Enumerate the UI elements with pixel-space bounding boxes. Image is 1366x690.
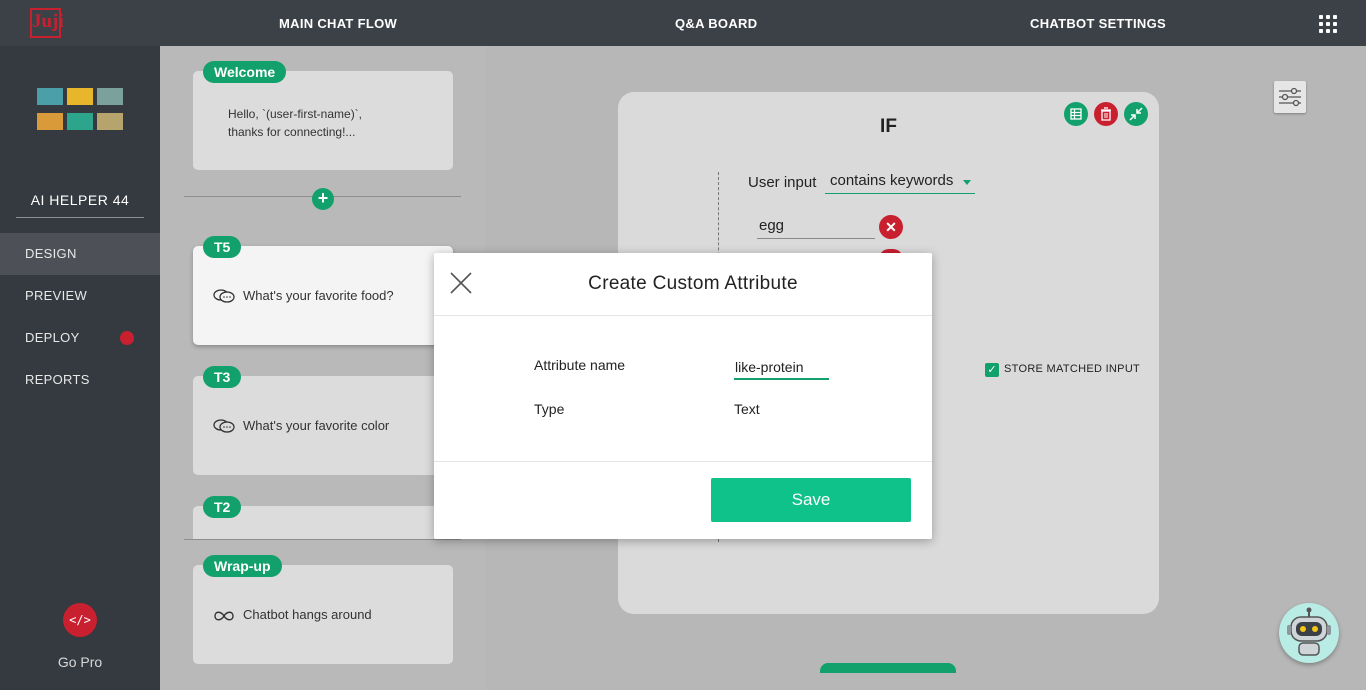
code-icon[interactable]: </> (63, 603, 97, 637)
tab-qa-board[interactable]: Q&A BOARD (675, 0, 757, 46)
apps-grid-icon[interactable] (1319, 15, 1337, 33)
sidebar: AI HELPER 44 DESIGN PREVIEW DEPLOY REPOR… (0, 46, 160, 690)
card-text: What's your favorite food? (243, 288, 394, 303)
tab-main-chat-flow[interactable]: MAIN CHAT FLOW (279, 0, 397, 56)
card-text: What's your favorite color (243, 418, 390, 433)
chat-bubbles-icon (213, 289, 235, 303)
condition-operator-select[interactable]: contains keywords (825, 172, 975, 194)
topic-tag-t5: T5 (203, 236, 242, 258)
select-value: contains keywords (830, 172, 954, 189)
topic-tag-t3: T3 (203, 366, 242, 388)
deploy-status-dot (120, 331, 134, 345)
card-text: Chatbot hangs around (243, 607, 372, 622)
juji-logo[interactable]: Juji (30, 8, 64, 38)
collapse-icon[interactable] (1124, 102, 1148, 126)
card-text: Hello, `(user-first-name)`, (228, 107, 363, 121)
sidebar-item-design[interactable]: DESIGN (0, 233, 160, 275)
keyword-input[interactable]: egg (757, 217, 875, 239)
infinity-icon (214, 611, 234, 621)
type-value: Text (734, 401, 760, 417)
topic-card-wrap-up[interactable]: Chatbot hangs around (193, 565, 453, 664)
add-rule-button[interactable] (820, 663, 956, 673)
tab-chatbot-settings[interactable]: CHATBOT SETTINGS (1030, 0, 1166, 46)
chat-bubbles-icon (213, 419, 235, 433)
divider (184, 539, 461, 540)
sidebar-item-reports[interactable]: REPORTS (0, 359, 160, 401)
bot-name: AI HELPER 44 (16, 192, 144, 218)
store-matched-input-checkbox[interactable]: ✓ (985, 363, 999, 377)
store-matched-input-label: STORE MATCHED INPUT (1004, 363, 1141, 375)
topic-tag-t2: T2 (203, 496, 242, 518)
sidebar-item-label: DEPLOY (25, 330, 80, 345)
type-label: Type (534, 401, 565, 417)
topic-card-welcome[interactable]: Hello, `(user-first-name)`, thanks for c… (193, 71, 453, 170)
topic-card-t5[interactable]: What's your favorite food? (193, 246, 453, 345)
topic-tag-wrap-up: Wrap-up (203, 555, 282, 577)
chevron-down-icon (963, 180, 971, 185)
dialog-title: Create Custom Attribute (588, 273, 798, 294)
add-topic-button[interactable]: + (312, 188, 334, 210)
sidebar-item-label: DESIGN (25, 246, 77, 261)
sidebar-item-label: PREVIEW (25, 288, 88, 303)
topic-card-t3[interactable]: What's your favorite color (193, 376, 453, 475)
attribute-name-input[interactable] (734, 356, 829, 380)
sidebar-item-label: REPORTS (25, 372, 90, 387)
trash-icon[interactable] (1094, 102, 1118, 126)
top-navigation-bar: Juji MAIN CHAT FLOW Q&A BOARD CHATBOT SE… (0, 0, 1366, 56)
table-icon[interactable] (1064, 102, 1088, 126)
sidebar-item-preview[interactable]: PREVIEW (0, 275, 160, 317)
dialog-divider (434, 461, 932, 462)
condition-label: User input (748, 174, 817, 191)
remove-keyword-icon[interactable]: ✕ (879, 215, 903, 239)
dialog-header: Create Custom Attribute (434, 253, 932, 316)
save-button[interactable]: Save (711, 478, 911, 522)
card-text: thanks for connecting!... (228, 125, 356, 139)
bot-avatar-image (37, 88, 125, 132)
topic-tag-welcome: Welcome (203, 61, 287, 83)
create-custom-attribute-dialog: Create Custom Attribute Attribute name T… (434, 253, 932, 539)
robot-assistant-icon[interactable] (1279, 603, 1339, 663)
attribute-name-label: Attribute name (534, 357, 626, 373)
go-pro-link[interactable]: Go Pro (0, 654, 160, 670)
sidebar-item-deploy[interactable]: DEPLOY (0, 317, 160, 359)
sliders-icon[interactable] (1274, 81, 1306, 113)
